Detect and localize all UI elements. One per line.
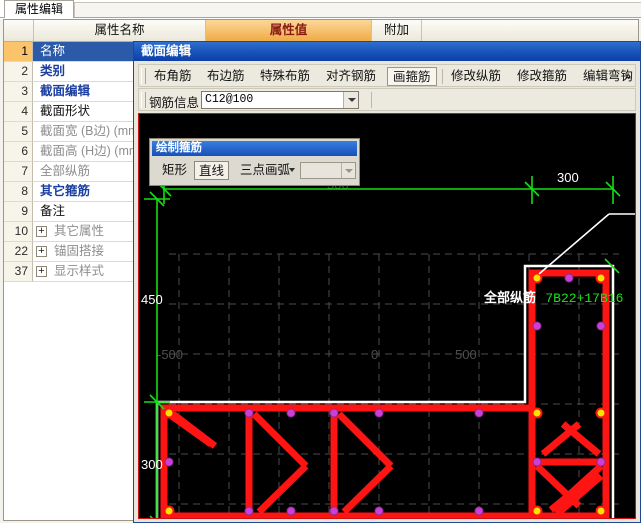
grid-label-left: -500	[157, 347, 183, 362]
tab-strip-divider	[0, 17, 641, 18]
grid-label-center: 0	[371, 347, 378, 362]
draw-panel-button-1[interactable]: 直线	[194, 161, 230, 180]
rebar-info-value: C12@100	[205, 93, 254, 106]
column-header-index	[4, 20, 34, 41]
toolbar-item-3[interactable]: 对齐钢筋	[321, 67, 381, 86]
rebar-row-separator	[371, 92, 372, 108]
row-index: 8	[4, 182, 33, 202]
rebar-dots-mid	[164, 273, 606, 516]
row-index: 4	[4, 102, 33, 122]
row-index: 6	[4, 142, 33, 162]
rebar-info-dropdown-button[interactable]	[343, 92, 358, 108]
chevron-down-icon	[345, 169, 353, 173]
toolbar-item-6[interactable]: 修改箍筋	[512, 67, 572, 86]
dimension-top-2: 300	[557, 170, 579, 185]
annotation-value: 7B22+17B16	[545, 291, 624, 306]
toolbar-item-0[interactable]: 布角筋	[149, 67, 197, 86]
row-index: 9	[4, 202, 33, 222]
tab-strip-filler	[74, 2, 641, 18]
dialog-title: 截面编辑	[134, 42, 640, 61]
tab-property-editor[interactable]: 属性编辑	[4, 0, 74, 18]
row-index: 37	[4, 262, 33, 282]
row-index: 7	[4, 162, 33, 182]
plus-icon[interactable]: +	[36, 226, 47, 237]
plus-icon[interactable]: +	[36, 246, 47, 257]
toolbar-separator	[442, 69, 443, 84]
plus-icon[interactable]: +	[36, 266, 47, 277]
draw-panel-combo[interactable]	[300, 162, 356, 179]
chevron-down-icon[interactable]	[289, 168, 295, 172]
toolbar-item-7[interactable]: 编辑弯钩	[578, 67, 638, 86]
row-index: 22	[4, 242, 33, 262]
annotation-text-group: 全部纵筋 7B22+17B16	[484, 287, 623, 306]
row-index: 2	[4, 62, 33, 82]
toolbar-item-1[interactable]: 布边筋	[202, 67, 250, 86]
annotation-label: 全部纵筋	[484, 290, 537, 305]
toolbar-item-2[interactable]: 特殊布筋	[255, 67, 315, 86]
stirrups	[160, 269, 610, 518]
column-header-value[interactable]: 属性值	[206, 20, 372, 41]
rebar-row-grip[interactable]	[141, 92, 146, 108]
dialog-body: » 布角筋布边筋特殊布筋对齐钢筋画箍筋修改纵筋修改箍筋编辑弯钩删除 钢筋信息 C…	[136, 62, 638, 521]
top-tab-strip: 属性编辑	[0, 0, 641, 19]
app-root: 属性编辑 属性名称 属性值 附加 1 名称 2 类别 3 截面编辑 4 截面形状 5 截面宽 (B…	[0, 0, 641, 523]
draw-panel-button-0[interactable]: 矩形	[158, 161, 191, 180]
column-header-extra[interactable]: 附加	[372, 20, 422, 41]
row-expander-cell[interactable]: +	[33, 222, 52, 242]
draw-stirrup-panel: 绘制箍筋 矩形 直线 三点画弧	[149, 138, 360, 186]
toolbar-grip[interactable]	[141, 68, 146, 84]
rebar-info-label: 钢筋信息	[149, 96, 200, 110]
dimension-lines	[144, 176, 621, 518]
column-header-filler	[422, 20, 638, 41]
row-index: 3	[4, 82, 33, 102]
draw-panel-combo-button[interactable]	[341, 163, 355, 178]
property-grid-header: 属性名称 属性值 附加	[4, 20, 638, 42]
draw-panel-title: 绘制箍筋	[152, 141, 357, 156]
toolbar-item-4[interactable]: 画箍筋	[387, 67, 437, 86]
grid-axis-labels: -500 0 500 500 -500	[157, 177, 477, 362]
chevron-down-icon	[348, 98, 356, 102]
rebar-dots-corner	[163, 272, 607, 517]
rebar-info-row: 钢筋信息 C12@100	[138, 88, 636, 111]
row-index: 10	[4, 222, 33, 242]
column-header-name[interactable]: 属性名称	[34, 20, 206, 41]
dimension-labels: 700 300 450 300	[141, 170, 579, 472]
draw-panel-button-2[interactable]: 三点画弧	[236, 161, 294, 180]
rebar-info-combo[interactable]: C12@100	[201, 91, 359, 109]
row-index: 1	[4, 42, 33, 62]
row-index: 5	[4, 122, 33, 142]
row-expander-cell[interactable]: +	[33, 242, 52, 262]
section-edit-dialog: 截面编辑 » 布角筋布边筋特殊布筋对齐钢筋画箍筋修改纵筋修改箍筋编辑弯钩删除 钢…	[133, 41, 641, 523]
dimension-left-1: 450	[141, 292, 163, 307]
grid-label-right: 500	[455, 347, 477, 362]
section-drawing-canvas[interactable]: -500 0 500 500 -500	[138, 113, 636, 519]
toolbar-item-5[interactable]: 修改纵筋	[446, 67, 506, 86]
dialog-toolbar: » 布角筋布边筋特殊布筋对齐钢筋画箍筋修改纵筋修改箍筋编辑弯钩删除	[138, 64, 636, 87]
row-expander-cell[interactable]: +	[33, 262, 52, 282]
dimension-left-2: 300	[141, 457, 163, 472]
